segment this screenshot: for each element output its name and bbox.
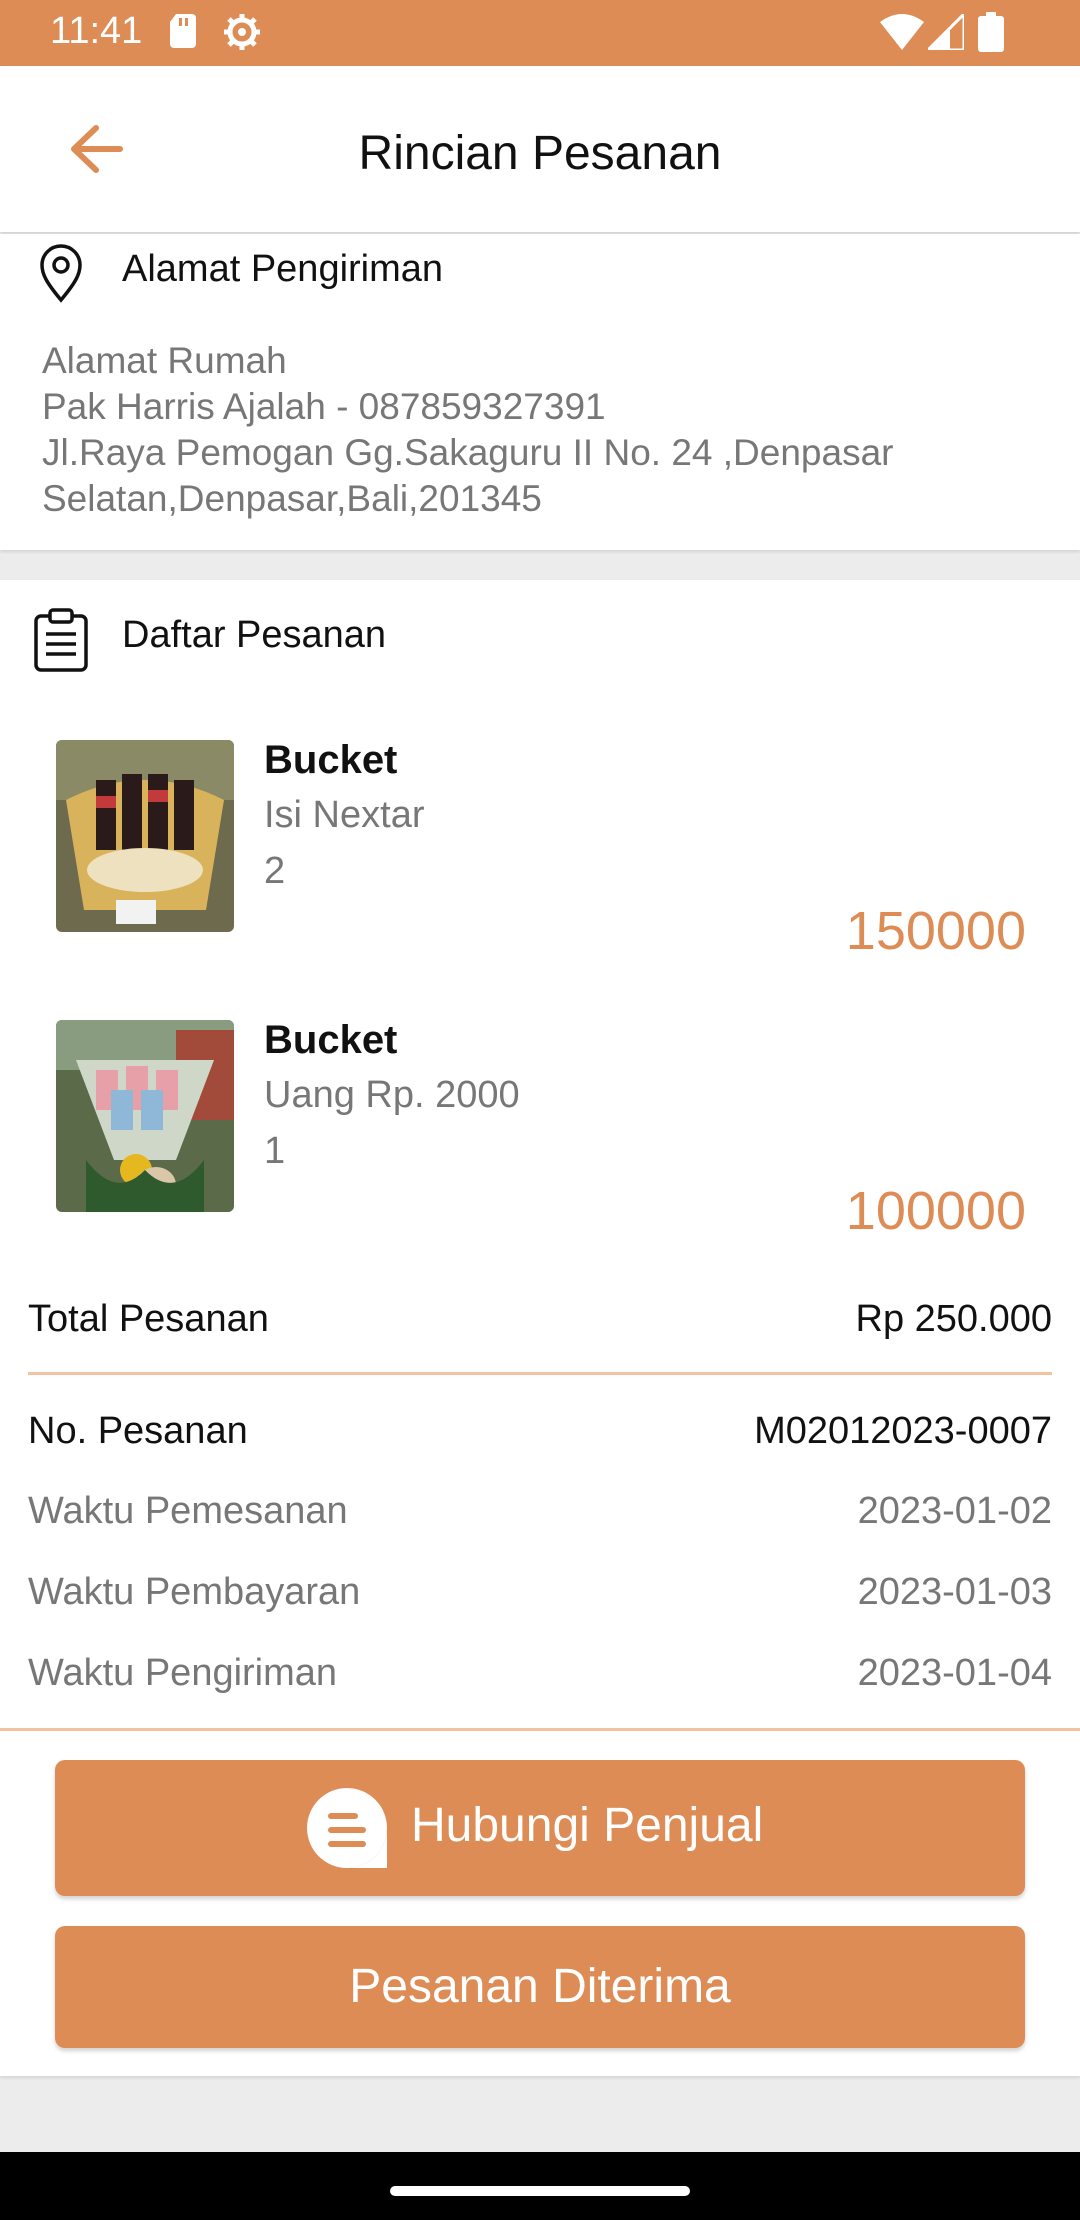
settings-gear-icon <box>224 14 260 50</box>
address-details: Alamat Rumah Pak Harris Ajalah - 0878593… <box>42 338 893 522</box>
status-bar: 11:41 <box>0 0 1080 66</box>
address-label: Alamat Rumah <box>42 340 287 381</box>
wifi-icon <box>880 14 924 50</box>
product-name: Bucket <box>264 1018 398 1062</box>
shipping-time-label: Waktu Pengiriman <box>28 1652 338 1694</box>
divider <box>28 1372 1052 1375</box>
address-region: Selatan,Denpasar,Bali,201345 <box>42 478 542 519</box>
status-time: 11:41 <box>50 10 143 52</box>
page-title: Rincian Pesanan <box>358 127 722 180</box>
app-bar: Rincian Pesanan <box>0 66 1080 232</box>
address-heading: Alamat Pengiriman <box>122 248 444 290</box>
battery-icon <box>978 12 1004 52</box>
payment-time-value: 2023-01-03 <box>857 1571 1052 1613</box>
payment-time-label: Waktu Pembayaran <box>28 1571 361 1613</box>
clipboard-icon <box>34 608 88 672</box>
contact-seller-label: Hubungi Penjual <box>411 1799 764 1852</box>
chat-icon <box>307 1788 387 1868</box>
product-price: 150000 <box>845 901 1026 961</box>
order-total-value: Rp 250.000 <box>855 1298 1053 1340</box>
shipping-address-section: Alamat Pengiriman Alamat Rumah Pak Harri… <box>0 234 1080 550</box>
product-price: 100000 <box>845 1181 1026 1241</box>
system-nav-bar <box>0 2152 1080 2220</box>
shipping-time-value: 2023-01-04 <box>857 1652 1052 1694</box>
order-total-label: Total Pesanan <box>28 1298 269 1340</box>
address-recipient: Pak Harris Ajalah - 087859327391 <box>42 386 606 427</box>
order-number-value: M02012023-0007 <box>754 1410 1052 1452</box>
product-image <box>56 1020 234 1212</box>
product-name: Bucket <box>264 738 398 782</box>
divider <box>0 1728 1080 1731</box>
order-number-label: No. Pesanan <box>28 1410 248 1452</box>
product-quantity: 2 <box>264 850 286 892</box>
order-received-button[interactable]: Pesanan Diterima <box>55 1926 1025 2048</box>
order-item[interactable]: Bucket Uang Rp. 2000 1 100000 <box>28 984 1052 1262</box>
order-item[interactable]: Bucket Isi Nextar 2 150000 <box>28 704 1052 982</box>
product-quantity: 1 <box>264 1130 286 1172</box>
home-gesture-handle[interactable] <box>390 2186 690 2196</box>
order-time-value: 2023-01-02 <box>857 1490 1052 1532</box>
product-image <box>56 740 234 932</box>
cell-signal-icon <box>928 14 964 50</box>
location-pin-icon <box>40 244 82 303</box>
address-street: Jl.Raya Pemogan Gg.Sakaguru II No. 24 ,D… <box>42 432 894 473</box>
sd-card-icon <box>170 14 196 48</box>
order-time-label: Waktu Pemesanan <box>28 1490 348 1532</box>
order-list-heading: Daftar Pesanan <box>122 614 387 656</box>
product-variant: Isi Nextar <box>264 794 425 836</box>
product-variant: Uang Rp. 2000 <box>264 1074 520 1116</box>
contact-seller-button[interactable]: Hubungi Penjual <box>55 1760 1025 1896</box>
